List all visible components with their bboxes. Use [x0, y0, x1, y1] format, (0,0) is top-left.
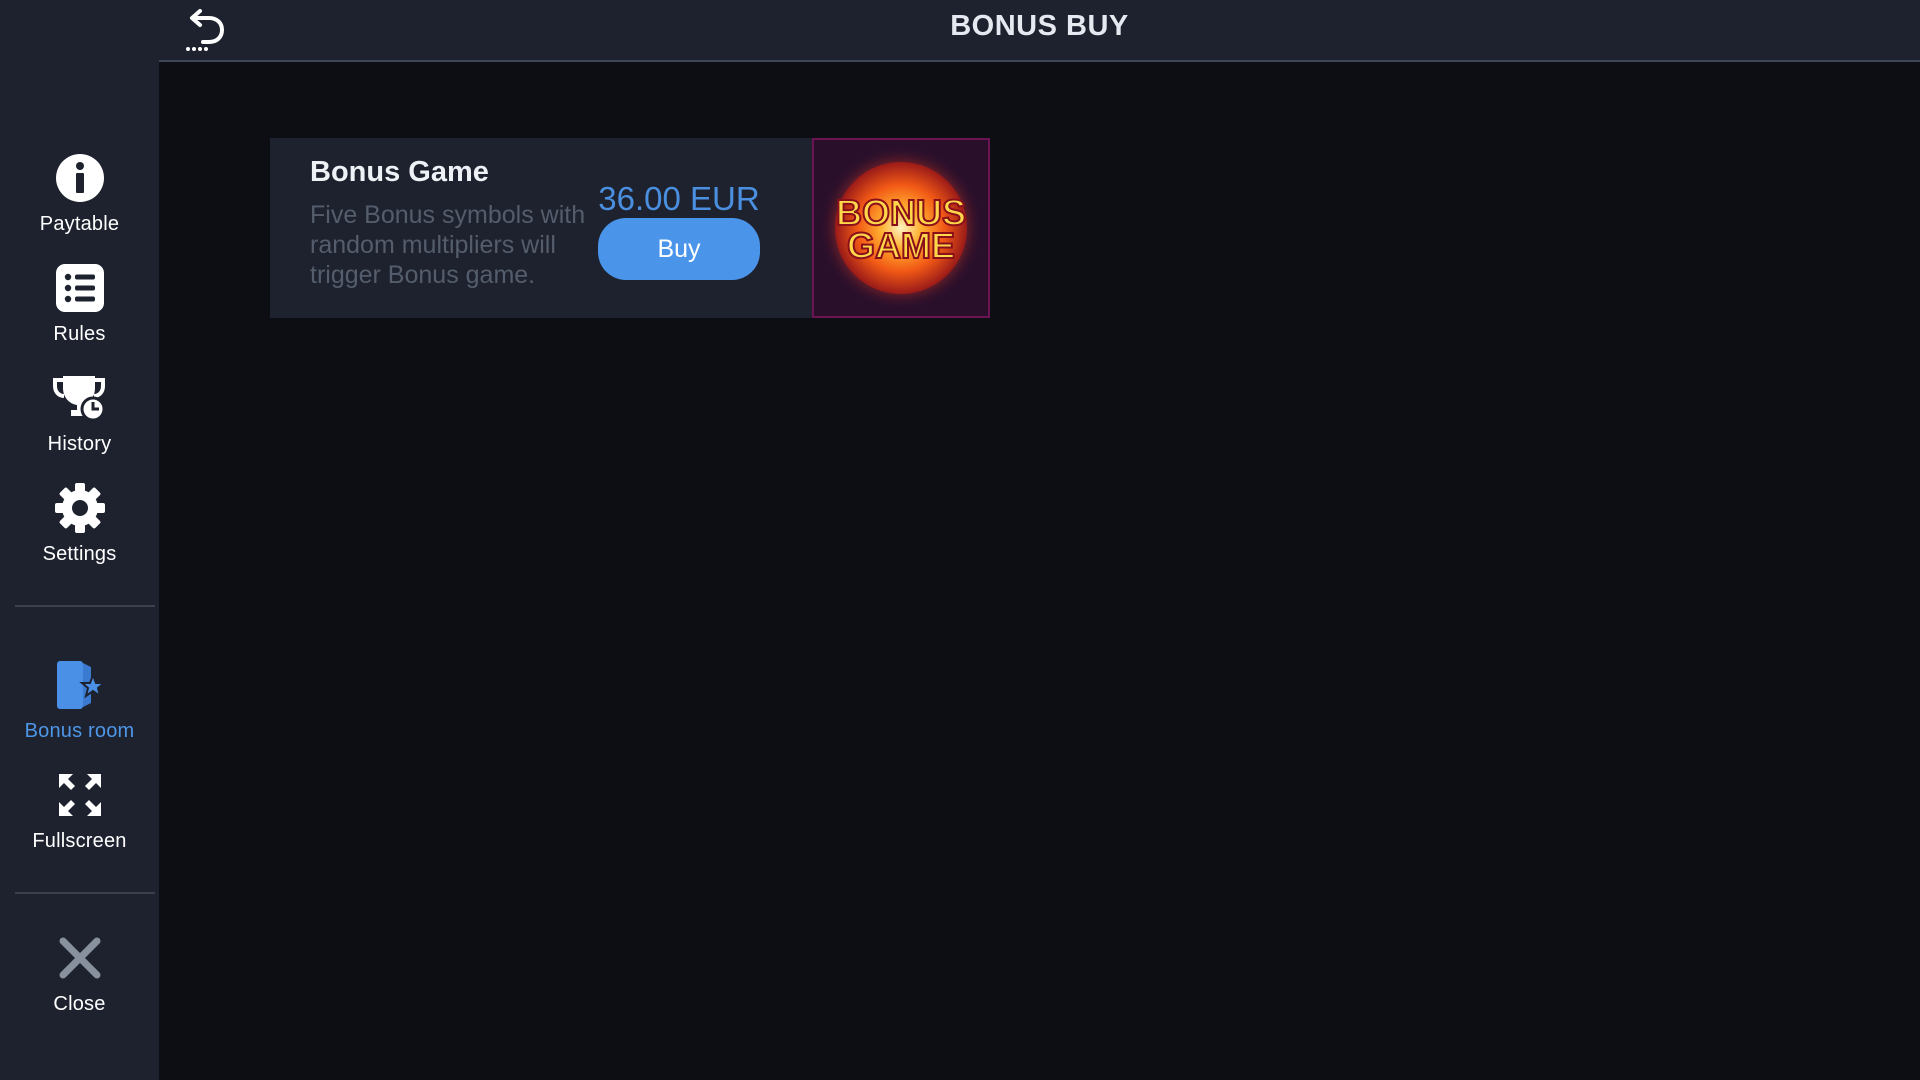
close-icon	[52, 930, 108, 986]
sidebar-divider	[15, 605, 155, 607]
offer-price: 36.00 EUR	[598, 180, 760, 217]
sidebar-item-settings[interactable]: Settings	[0, 480, 159, 580]
sidebar-item-label: Bonus room	[24, 720, 135, 742]
trophy-clock-icon	[52, 370, 108, 426]
offer-description: Five Bonus symbols with random multiplie…	[310, 201, 586, 289]
sidebar-item-label: Fullscreen	[32, 830, 127, 852]
sidebar-item-label: Close	[53, 993, 106, 1015]
sidebar-item-label: Paytable	[39, 213, 120, 235]
sidebar-item-paytable[interactable]: Paytable	[0, 150, 159, 250]
sidebar-item-label: Settings	[42, 543, 117, 565]
top-bar: BONUS BUY	[159, 0, 1920, 62]
bonus-offer-card: Bonus Game Five Bonus symbols with rando…	[270, 138, 990, 318]
page-title: BONUS BUY	[950, 10, 1129, 42]
sidebar-item-label: Rules	[53, 323, 106, 345]
sidebar-item-fullscreen[interactable]: Fullscreen	[0, 767, 159, 867]
bonus-game-logo-icon: BONUS GAME	[814, 140, 988, 316]
bonus-game-image[interactable]: BONUS GAME	[812, 138, 990, 318]
sidebar-item-rules[interactable]: Rules	[0, 260, 159, 360]
sidebar: Paytable Rules History Settings Bonus ro…	[0, 0, 159, 1080]
list-icon	[52, 260, 108, 316]
door-star-icon	[52, 657, 108, 713]
svg-text:GAME: GAME	[847, 225, 955, 266]
sidebar-item-bonus-room[interactable]: Bonus room	[0, 657, 159, 757]
fullscreen-icon	[52, 767, 108, 823]
sidebar-item-history[interactable]: History	[0, 370, 159, 470]
info-icon	[52, 150, 108, 206]
sidebar-item-label: History	[47, 433, 112, 455]
sidebar-item-close[interactable]: Close	[0, 930, 159, 1030]
offer-title: Bonus Game	[310, 156, 489, 188]
sidebar-divider	[15, 892, 155, 894]
buy-button[interactable]: Buy	[598, 218, 760, 280]
gear-icon	[52, 480, 108, 536]
